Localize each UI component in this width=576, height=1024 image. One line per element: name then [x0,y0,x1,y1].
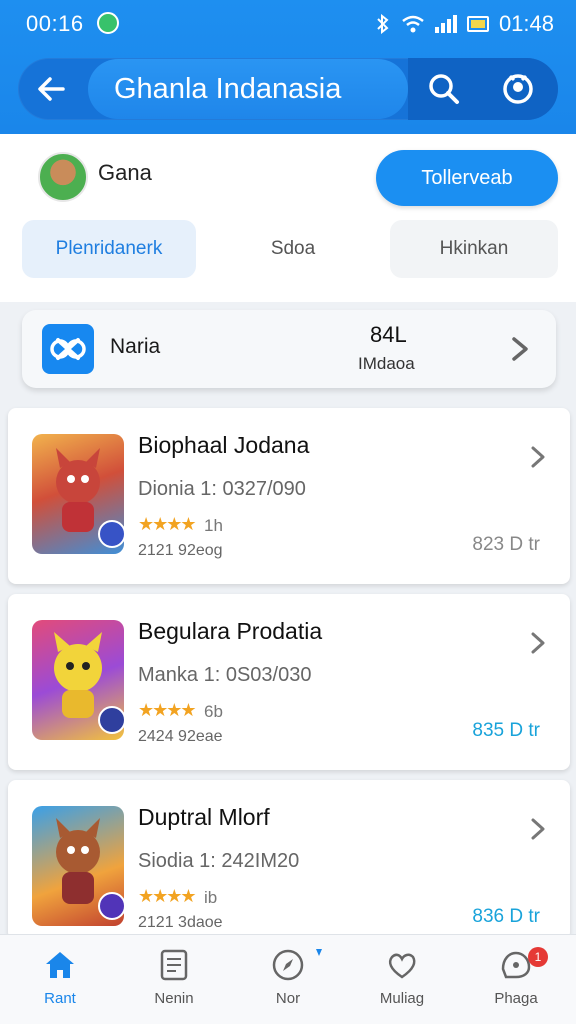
rating-stars: ★★★★ [138,514,197,534]
top-bar: Ghanla Indanasia [18,58,558,120]
tab-bar: Plenridanerk Sdoa Hkinkan [22,220,558,280]
app-price: 836 D tr [472,906,540,927]
search-button[interactable] [426,71,462,107]
chevron-right-icon [531,632,545,654]
document-icon [160,949,188,981]
nav-muliag[interactable]: Muliag [352,947,452,1017]
new-indicator-icon [316,949,322,956]
app-badge-icon [98,706,126,734]
link-icon [42,324,94,374]
nav-label: Rant [44,990,76,1007]
app-card[interactable]: Begulara Prodatia Manka 1: 0S03/030 ★★★★… [8,594,570,770]
app-thumbnail [32,806,126,926]
app-price: 823 D tr [472,534,540,555]
app-meta: Manka 1: 0S03/030 [138,664,312,686]
profile-button[interactable] [500,70,536,106]
user-name: Gana [98,160,152,185]
notification-app-icon [97,12,119,34]
avatar[interactable] [38,152,88,202]
chevron-right-icon [531,818,545,840]
status-bar: 00:16 01:48 [0,0,576,48]
summary-card[interactable]: Naria 84L IMdaoa [22,310,556,388]
signal-icon [434,15,457,33]
app-thumbnail [32,434,126,554]
back-button[interactable] [32,70,72,108]
chevron-right-icon [512,337,528,361]
summary-value: 84L [370,322,407,347]
nav-phaga[interactable]: 1 Phaga [466,947,566,1017]
rating-stars: ★★★★ [138,886,197,906]
main-content: Gana Tollerveab Plenridanerk Sdoa Hkinka… [0,134,576,940]
nav-label: Phaga [494,990,538,1007]
status-time: 00:16 [26,11,84,36]
app-size: 2424 92eae [138,728,223,745]
nav-label: Nor [275,990,301,1007]
tab-2[interactable]: Sdoa [218,220,368,278]
status-icons: 01:48 [375,11,554,37]
heart-chat-icon [388,953,416,979]
rating-stars: ★★★★ [138,700,197,720]
app-badge-icon [98,520,126,548]
summary-unit: IMdaoa [358,354,415,373]
nav-nor[interactable]: Nor [238,947,338,1017]
app-meta: Dionia 1: 0327/090 [138,478,306,500]
rating-extra: 1h [204,516,223,535]
arrow-left-icon [38,77,65,101]
nav-label: Muliag [379,990,425,1007]
app-thumbnail [32,620,126,740]
rating-extra: ib [204,888,218,907]
notification-badge: 1 [528,947,548,967]
app-card[interactable]: Biophaal Jodana Dionia 1: 0327/090 ★★★★ … [8,408,570,584]
primary-action-button[interactable]: Tollerveab [376,150,558,206]
page-title: Ghanla Indanasia [88,59,408,119]
app-meta: Siodia 1: 242IM20 [138,850,300,872]
summary-label: Naria [110,335,161,358]
nav-label: Nenin [154,990,194,1007]
home-icon [46,952,74,978]
chevron-right-icon [531,446,545,468]
app-badge-icon [98,892,126,920]
app-name: Duptral Mlorf [138,804,270,830]
search-icon [429,74,459,104]
bottom-navigation: Rant Nenin Nor Muliag 1 Phaga [0,934,576,1024]
profile-panel: Gana Tollerveab Plenridanerk Sdoa Hkinka… [0,134,576,302]
status-clock: 01:48 [498,11,554,36]
app-name: Begulara Prodatia [138,618,323,644]
nav-home[interactable]: Rant [10,947,110,1017]
app-size: 2121 92eog [138,542,223,559]
rating-extra: 6b [204,702,223,721]
tab-3[interactable]: Hkinkan [390,220,558,278]
profile-icon [503,74,533,104]
app-card[interactable]: Duptral Mlorf Siodia 1: 242IM20 ★★★★ ib … [8,780,570,940]
app-size: 2121 3daoe [138,914,223,931]
tab-1[interactable]: Plenridanerk [22,220,196,278]
app-price: 835 D tr [472,720,540,741]
nav-nenin[interactable]: Nenin [124,947,224,1017]
compass-icon [272,949,304,981]
wifi-icon [402,15,424,33]
battery-icon [466,16,489,32]
app-name: Biophaal Jodana [138,432,310,458]
bluetooth-icon [377,14,389,34]
app-header: 00:16 01:48 Ghanla Indanasia [0,0,576,134]
header-actions [408,58,558,120]
